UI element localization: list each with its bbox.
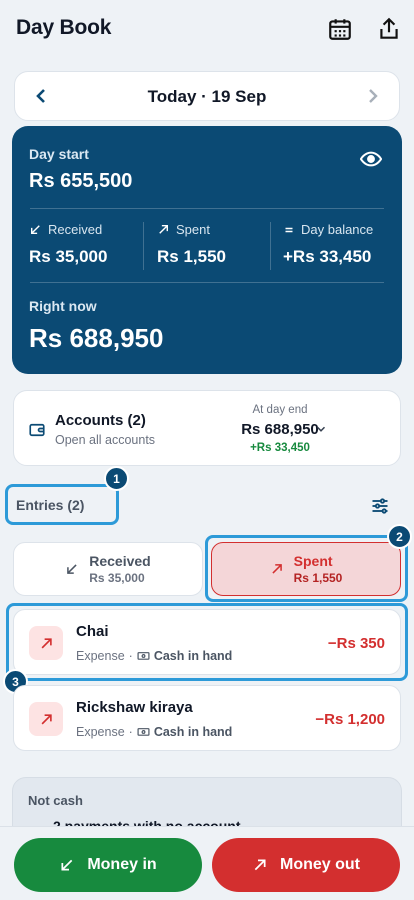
divider — [270, 222, 271, 270]
arrow-up-right-icon — [159, 225, 168, 234]
expense-icon-box — [29, 626, 63, 660]
money-out-label: Money out — [280, 856, 360, 873]
arrow-up-right-icon — [272, 564, 282, 574]
money-out-button[interactable]: Money out — [212, 838, 400, 892]
list-item[interactable]: Chai Expense · Cash in hand −Rs 350 — [13, 609, 401, 675]
separator: · — [128, 649, 133, 663]
page-title: Day Book — [16, 16, 112, 39]
arrow-down-left-icon — [61, 859, 73, 871]
divider — [30, 208, 384, 209]
accounts-title: Accounts (2) — [55, 412, 146, 429]
arrow-up-right-icon — [41, 637, 52, 648]
badge-1: 1 — [104, 466, 129, 491]
arrow-up-right-icon — [41, 713, 52, 724]
share-icon[interactable] — [376, 16, 402, 42]
arrow-down-left-icon — [31, 225, 40, 234]
right-now-value: Rs 688,950 — [29, 323, 164, 353]
calendar-icon[interactable] — [327, 16, 353, 42]
list-item[interactable]: Rickshaw kiraya Expense · Cash in hand −… — [13, 685, 401, 751]
day-end-label: At day end — [252, 404, 308, 416]
arrow-down-left-icon — [67, 564, 77, 574]
entry-meta: Expense · Cash in hand — [76, 725, 232, 739]
chevron-down-icon[interactable] — [314, 422, 328, 436]
money-in-button[interactable]: Money in — [14, 838, 202, 892]
entry-account: Cash in hand — [153, 649, 233, 663]
received-label: Received — [48, 222, 103, 237]
badge-2: 2 — [387, 524, 412, 549]
right-now-label: Right now — [29, 298, 97, 314]
arrow-up-right-icon — [254, 859, 266, 871]
balance-card: Day start Rs 655,500 Received Rs 35,000 … — [12, 126, 402, 374]
entry-account: Cash in hand — [153, 725, 233, 739]
money-in-label: Money in — [87, 856, 157, 873]
chevron-right-icon[interactable] — [361, 84, 385, 108]
date-label[interactable]: Today · 19 Sep — [15, 87, 399, 107]
tab-received-label: Received — [89, 553, 151, 569]
cash-icon — [137, 727, 150, 736]
accounts-subtitle: Open all accounts — [55, 433, 156, 447]
cash-icon — [137, 651, 150, 660]
filter-sliders-icon[interactable] — [370, 496, 390, 516]
accounts-card[interactable]: Accounts (2) Open all accounts At day en… — [13, 390, 401, 466]
date-navigator: Today · 19 Sep — [14, 71, 400, 121]
eye-icon[interactable] — [360, 148, 382, 170]
day-balance-stat: Day balance +Rs 33,450 — [283, 222, 373, 267]
received-value: Rs 35,000 — [29, 247, 108, 266]
tab-spent[interactable]: Spent Rs 1,550 — [211, 542, 401, 596]
tab-received[interactable]: Received Rs 35,000 — [13, 542, 203, 596]
wallet-icon — [29, 423, 45, 437]
day-end-delta: +Rs 33,450 — [250, 442, 310, 454]
divider — [143, 222, 144, 270]
tab-received-value: Rs 35,000 — [89, 571, 145, 585]
equals-icon — [285, 227, 293, 232]
received-stat: Received Rs 35,000 — [29, 222, 107, 267]
not-cash-title: Not cash — [28, 793, 83, 808]
entry-name: Chai — [76, 623, 109, 640]
app-header: Day Book — [0, 0, 414, 60]
entry-name: Rickshaw kiraya — [76, 699, 193, 716]
separator: · — [128, 725, 133, 739]
day-start-value: Rs 655,500 — [29, 170, 133, 192]
entry-meta: Expense · Cash in hand — [76, 649, 232, 663]
entry-type: Expense — [76, 649, 125, 663]
day-balance-value: +Rs 33,450 — [283, 247, 372, 266]
entry-type: Expense — [76, 725, 125, 739]
tab-spent-label: Spent — [293, 553, 333, 569]
day-balance-label: Day balance — [301, 222, 374, 237]
entry-amount: −Rs 1,200 — [315, 711, 385, 728]
spent-label: Spent — [176, 222, 210, 237]
day-start-label: Day start — [29, 146, 89, 162]
spent-value: Rs 1,550 — [157, 247, 226, 266]
tab-spent-value: Rs 1,550 — [293, 571, 343, 585]
entry-amount: −Rs 350 — [327, 635, 385, 652]
expense-icon-box — [29, 702, 63, 736]
spent-stat: Spent Rs 1,550 — [157, 222, 226, 267]
entries-label: Entries (2) — [16, 497, 85, 513]
divider — [30, 282, 384, 283]
